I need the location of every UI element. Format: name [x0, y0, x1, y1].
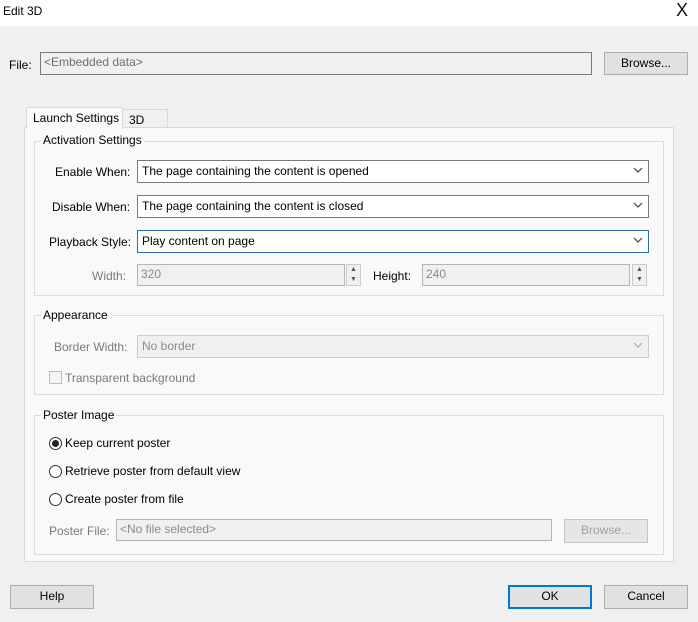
radio-selected-dot — [52, 440, 59, 447]
close-icon[interactable]: X — [672, 1, 692, 21]
chevron-down-icon — [633, 235, 643, 245]
enable-when-select[interactable]: The page containing the content is opene… — [137, 160, 649, 183]
poster-image-title: Poster Image — [41, 408, 117, 422]
file-label: File: — [9, 58, 32, 72]
radio-create-poster-from-file[interactable] — [49, 493, 62, 506]
disable-when-label: Disable When: — [52, 200, 131, 214]
disable-when-select[interactable]: The page containing the content is close… — [137, 195, 649, 218]
height-spinner[interactable]: ▲ ▼ — [632, 264, 647, 286]
retrieve-poster-label[interactable]: Retrieve poster from default view — [65, 464, 240, 478]
radio-keep-current-poster[interactable] — [49, 437, 62, 450]
tab-3d[interactable]: 3D — [122, 109, 168, 128]
spin-down-icon[interactable]: ▼ — [633, 275, 646, 285]
height-label: Height: — [373, 269, 412, 283]
width-input[interactable]: 320 — [137, 264, 345, 286]
spin-down-icon[interactable]: ▼ — [347, 275, 360, 285]
poster-browse-button[interactable]: Browse... — [564, 519, 648, 543]
keep-current-poster-label[interactable]: Keep current poster — [65, 436, 170, 450]
radio-retrieve-poster-default-view[interactable] — [49, 465, 62, 478]
disable-when-value: The page containing the content is close… — [142, 199, 364, 213]
playback-style-select[interactable]: Play content on page — [137, 230, 649, 253]
poster-file-field[interactable]: <No file selected> — [116, 519, 552, 541]
appearance-title: Appearance — [41, 308, 110, 322]
cancel-button[interactable]: Cancel — [604, 585, 688, 609]
spin-up-icon[interactable]: ▲ — [347, 265, 360, 275]
activation-settings-title: Activation Settings — [41, 133, 144, 147]
border-width-label: Border Width: — [54, 340, 128, 354]
chevron-down-icon — [633, 340, 643, 350]
width-spinner[interactable]: ▲ ▼ — [346, 264, 361, 286]
ok-button[interactable]: OK — [508, 585, 592, 609]
height-input[interactable]: 240 — [422, 264, 630, 286]
enable-when-value: The page containing the content is opene… — [142, 164, 369, 178]
transparent-background-checkbox[interactable] — [49, 371, 62, 384]
tab-launch-settings[interactable]: Launch Settings — [26, 107, 123, 129]
playback-style-value: Play content on page — [142, 234, 255, 248]
spin-up-icon[interactable]: ▲ — [633, 265, 646, 275]
transparent-background-label: Transparent background — [65, 371, 196, 385]
help-button[interactable]: Help — [10, 585, 94, 609]
border-width-select[interactable]: No border — [137, 335, 649, 358]
window-title: Edit 3D — [3, 4, 43, 18]
title-bar — [0, 0, 698, 26]
width-label: Width: — [92, 269, 127, 283]
poster-file-label: Poster File: — [49, 524, 110, 538]
file-field[interactable]: <Embedded data> — [40, 52, 592, 75]
create-poster-label[interactable]: Create poster from file — [65, 492, 184, 506]
enable-when-label: Enable When: — [55, 165, 131, 179]
playback-style-label: Playback Style: — [49, 235, 132, 249]
border-width-value: No border — [142, 339, 196, 353]
chevron-down-icon — [633, 165, 643, 175]
file-browse-button[interactable]: Browse... — [604, 52, 688, 75]
chevron-down-icon — [633, 200, 643, 210]
